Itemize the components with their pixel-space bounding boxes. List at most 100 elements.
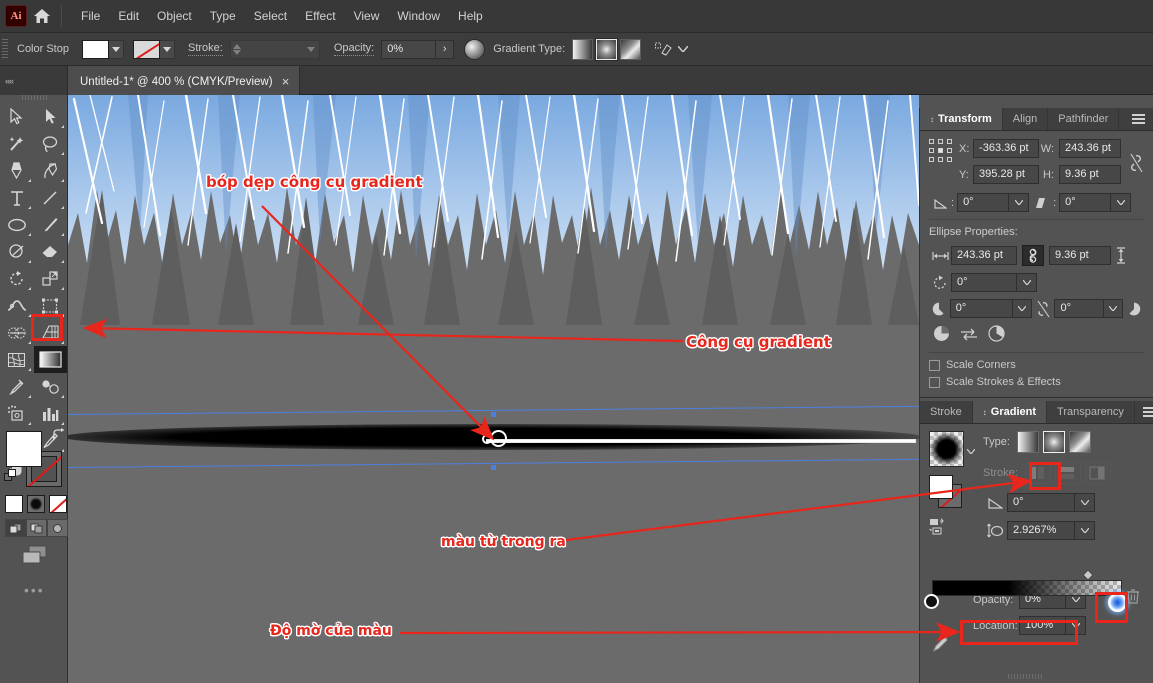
scale-corners-row[interactable]: Scale Corners	[929, 359, 1144, 371]
symbol-sprayer-tool[interactable]	[0, 400, 34, 427]
default-fill-stroke-icon[interactable]	[4, 469, 18, 483]
invert-pie-icon[interactable]	[960, 327, 978, 344]
pen-tool[interactable]	[0, 157, 34, 184]
gradient-panel-menu-icon[interactable]	[1135, 401, 1153, 423]
gradient-type-freeform-icon[interactable]	[620, 39, 641, 60]
draw-normal-icon[interactable]	[5, 519, 26, 537]
y-input[interactable]: 395.28 pt	[973, 165, 1039, 184]
gradient-fill-stroke-toggle[interactable]	[929, 475, 967, 511]
tab-transform[interactable]: ↕ Transform	[920, 108, 1003, 130]
shape-builder-tool[interactable]	[0, 319, 34, 346]
lasso-tool[interactable]	[34, 130, 68, 157]
menu-window[interactable]: Window	[388, 0, 449, 33]
gradient-angle-chevron-down-icon[interactable]	[1075, 493, 1095, 512]
gradient-aspect-chevron-down-icon[interactable]	[1075, 521, 1095, 540]
pie-start-chevron-down-icon[interactable]	[1013, 299, 1032, 318]
control-bar-chevron-down-icon[interactable]	[673, 39, 693, 59]
gradient-preset-chevron-down-icon[interactable]	[967, 445, 975, 457]
type-tool[interactable]	[0, 184, 34, 211]
refpoint-ml[interactable]	[929, 148, 934, 153]
eraser-tool[interactable]	[34, 238, 68, 265]
stroke-swatch-none[interactable]	[133, 40, 160, 59]
refpoint-br[interactable]	[947, 157, 952, 162]
fill-swatch[interactable]	[82, 40, 109, 59]
column-graph-tool[interactable]	[34, 400, 68, 427]
shear-angle-chevron-down-icon[interactable]	[1111, 193, 1131, 212]
control-bar-grip[interactable]	[2, 39, 8, 59]
selection-anchor-top[interactable]	[491, 412, 496, 417]
menu-help[interactable]: Help	[449, 0, 492, 33]
blend-tool[interactable]	[34, 373, 68, 400]
tab-pathfinder[interactable]: Pathfinder	[1048, 108, 1119, 130]
stroke-weight-input[interactable]	[230, 40, 320, 59]
fill-swatch-group[interactable]	[82, 40, 124, 59]
refpoint-mr[interactable]	[947, 148, 952, 153]
gradient-eyedropper-icon[interactable]	[932, 634, 948, 657]
pie-end-chevron-down-icon[interactable]	[1104, 299, 1123, 318]
eyedropper-tool[interactable]	[0, 373, 34, 400]
gradient-angle-input[interactable]: 0°	[1007, 493, 1075, 512]
stroke-weight-chevron-down-icon[interactable]	[304, 40, 319, 59]
menu-type[interactable]: Type	[201, 0, 245, 33]
toolbar-collapse-area[interactable]: ««	[0, 66, 68, 95]
refpoint-tc[interactable]	[938, 139, 943, 144]
collapse-panel-icon[interactable]: ««	[5, 76, 13, 86]
line-segment-tool[interactable]	[34, 184, 68, 211]
gradient-mode-button[interactable]	[27, 495, 45, 513]
color-mode-button[interactable]	[5, 495, 23, 513]
ellipse-rotate-input[interactable]: 0°	[951, 273, 1017, 292]
swap-fill-stroke-icon[interactable]	[52, 428, 66, 442]
opacity-control[interactable]: 0% ›	[381, 40, 454, 59]
width-tool[interactable]	[0, 292, 34, 319]
refpoint-tr[interactable]	[947, 139, 952, 144]
scale-strokes-row[interactable]: Scale Strokes & Effects	[929, 376, 1144, 388]
paintbrush-tool[interactable]	[34, 211, 68, 238]
gradient-type-linear-icon[interactable]	[572, 39, 593, 60]
stroke-swatch-group[interactable]	[133, 40, 175, 59]
tab-transparency[interactable]: Transparency	[1047, 401, 1135, 423]
reverse-gradient-icon[interactable]	[929, 518, 975, 539]
scale-corners-checkbox[interactable]	[929, 360, 940, 371]
tab-stroke[interactable]: Stroke	[920, 401, 973, 423]
panel-resize-grip[interactable]	[1008, 674, 1044, 679]
constrain-proportions-broken-link-icon[interactable]	[1128, 139, 1144, 187]
mesh-tool[interactable]	[0, 346, 34, 373]
opacity-input[interactable]: 0%	[381, 40, 436, 59]
fill-chevron-down-icon[interactable]	[109, 40, 124, 59]
edit-gradient-icon[interactable]	[653, 39, 673, 59]
reference-point-selector[interactable]	[929, 139, 952, 165]
canvas-area[interactable]	[68, 95, 919, 683]
refpoint-tl[interactable]	[929, 139, 934, 144]
draw-behind-icon[interactable]	[26, 519, 47, 537]
gradient-annotator-handle[interactable]	[490, 430, 507, 447]
ellipse-tool[interactable]	[0, 211, 34, 238]
draw-inside-icon[interactable]	[47, 519, 68, 537]
menu-effect[interactable]: Effect	[296, 0, 344, 33]
x-input[interactable]: -363.36 pt	[973, 139, 1039, 158]
menu-file[interactable]: File	[72, 0, 109, 33]
transform-panel-menu-icon[interactable]	[1124, 108, 1153, 130]
ellipse-height-input[interactable]: 9.36 pt	[1049, 246, 1111, 265]
gradient-annotator-bar[interactable]	[486, 439, 916, 443]
close-icon[interactable]: ×	[273, 67, 299, 96]
gradient-aspect-input[interactable]: 2.9267%	[1007, 521, 1075, 540]
pie-constrain-broken-link-icon[interactable]	[1032, 300, 1055, 318]
curvature-tool[interactable]	[34, 157, 68, 184]
screen-mode-icon[interactable]	[22, 545, 48, 568]
stroke-chevron-down-icon[interactable]	[160, 40, 175, 59]
magic-wand-tool[interactable]	[0, 130, 34, 157]
home-icon[interactable]	[27, 0, 57, 33]
pie-quarter-icon[interactable]	[988, 325, 1005, 345]
scale-strokes-checkbox[interactable]	[929, 377, 940, 388]
selection-anchor-bottom[interactable]	[491, 465, 496, 470]
gradient-panel-freeform-icon[interactable]	[1069, 431, 1091, 453]
direct-selection-tool[interactable]	[34, 103, 68, 130]
ellipse-width-input[interactable]: 243.36 pt	[951, 246, 1017, 265]
rotate-tool[interactable]	[0, 265, 34, 292]
selection-tool[interactable]	[0, 103, 34, 130]
gradient-fill-box[interactable]	[929, 475, 953, 499]
pie-end-angle-input[interactable]: 0°	[1054, 299, 1104, 318]
stroke-weight-stepper[interactable]	[231, 44, 243, 55]
shear-angle-input[interactable]: 0°	[1059, 193, 1111, 212]
menu-view[interactable]: View	[345, 0, 389, 33]
